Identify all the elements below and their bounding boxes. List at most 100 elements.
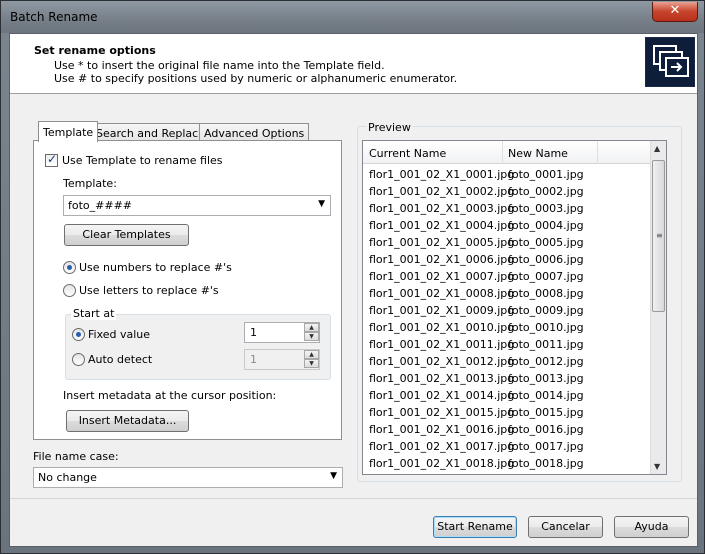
new-name-cell: foto_0007.jpg [508, 270, 584, 283]
auto-detect-number: 1 [250, 353, 257, 366]
new-name-cell: foto_0002.jpg [508, 185, 584, 198]
current-name-cell: flor1_001_02_X1_0005.jpg [369, 236, 515, 249]
table-row[interactable]: flor1_001_02_X1_0009.jpg foto_0009.jpg [363, 302, 652, 319]
dialog-header: Set rename options Use * to insert the o… [10, 34, 697, 94]
start-at-legend: Start at [71, 307, 117, 320]
current-name-cell: flor1_001_02_X1_0002.jpg [369, 185, 515, 198]
auto-detect-label: Auto detect [88, 353, 153, 366]
fixed-value-label: Fixed value [88, 328, 151, 341]
tab-advanced-options-label: Advanced Options [204, 127, 305, 140]
current-name-cell: flor1_001_02_X1_0018.jpg [369, 457, 515, 470]
current-name-cell: flor1_001_02_X1_0004.jpg [369, 219, 515, 232]
tab-search-and-replace-label: Search and Replace [96, 127, 205, 140]
preview-list-header: Current Name New Name [363, 141, 652, 164]
table-row[interactable]: flor1_001_02_X1_0012.jpg foto_0012.jpg [363, 353, 652, 370]
column-header-current-name[interactable]: Current Name [369, 147, 446, 160]
template-input[interactable]: foto_#### ▼ [63, 195, 331, 216]
start-rename-button[interactable]: Start Rename [433, 516, 517, 538]
preview-scrollbar[interactable]: ▲ ≡ ▼ [650, 141, 666, 474]
spin-down-icon: ▼ [304, 359, 319, 368]
new-name-cell: foto_0015.jpg [508, 406, 584, 419]
chevron-down-icon[interactable]: ▼ [318, 199, 325, 209]
preview-list[interactable]: Current Name New Name flor1_001_02_X1_00… [362, 140, 667, 475]
help-button[interactable]: Ayuda [614, 516, 689, 538]
table-row[interactable]: flor1_001_02_X1_0006.jpg foto_0006.jpg [363, 251, 652, 268]
new-name-cell: foto_0003.jpg [508, 202, 584, 215]
spin-down-icon[interactable]: ▼ [304, 332, 319, 341]
column-header-new-name[interactable]: New Name [508, 147, 568, 160]
new-name-cell: foto_0001.jpg [508, 168, 584, 181]
insert-metadata-button[interactable]: Insert Metadata... [66, 410, 189, 432]
current-name-cell: flor1_001_02_X1_0010.jpg [369, 321, 515, 334]
new-name-cell: foto_0006.jpg [508, 253, 584, 266]
template-field-label: Template: [63, 177, 117, 190]
file-name-case-value: No change [38, 471, 97, 484]
chevron-down-icon[interactable]: ▼ [330, 471, 337, 481]
new-name-cell: foto_0018.jpg [508, 457, 584, 470]
new-name-cell: foto_0013.jpg [508, 372, 584, 385]
clear-templates-button[interactable]: Clear Templates [64, 224, 189, 246]
new-name-cell: foto_0012.jpg [508, 355, 584, 368]
window-title: Batch Rename [10, 10, 98, 24]
current-name-cell: flor1_001_02_X1_0014.jpg [369, 389, 515, 402]
table-row[interactable]: flor1_001_02_X1_0001.jpg foto_0001.jpg [363, 166, 652, 183]
table-row[interactable]: flor1_001_02_X1_0015.jpg foto_0015.jpg [363, 404, 652, 421]
table-row[interactable]: flor1_001_02_X1_0013.jpg foto_0013.jpg [363, 370, 652, 387]
scrollbar-thumb[interactable]: ≡ [652, 160, 665, 312]
checkmark-icon: ✓ [47, 152, 58, 166]
auto-detect-radio[interactable] [72, 353, 85, 366]
new-name-cell: foto_0009.jpg [508, 304, 584, 317]
spin-up-icon[interactable]: ▲ [304, 323, 319, 332]
new-name-cell: foto_0004.jpg [508, 219, 584, 232]
table-row[interactable]: flor1_001_02_X1_0018.jpg foto_0018.jpg [363, 455, 652, 472]
auto-detect-spinner: 1 ▲ ▼ [244, 349, 320, 370]
table-row[interactable]: flor1_001_02_X1_0014.jpg foto_0014.jpg [363, 387, 652, 404]
new-name-cell: foto_0017.jpg [508, 440, 584, 453]
new-name-cell: foto_0008.jpg [508, 287, 584, 300]
tab-template[interactable]: Template [38, 121, 99, 142]
current-name-cell: flor1_001_02_X1_0007.jpg [369, 270, 515, 283]
close-button[interactable]: ✕ [652, 2, 698, 22]
table-row[interactable]: flor1_001_02_X1_0008.jpg foto_0008.jpg [363, 285, 652, 302]
current-name-cell: flor1_001_02_X1_0001.jpg [369, 168, 515, 181]
current-name-cell: flor1_001_02_X1_0012.jpg [369, 355, 515, 368]
scroll-up-icon[interactable]: ▲ [654, 144, 660, 153]
file-name-case-select[interactable]: No change ▼ [33, 467, 343, 488]
new-name-cell: foto_0016.jpg [508, 423, 584, 436]
cancel-button[interactable]: Cancelar [528, 516, 603, 538]
new-name-cell: foto_0014.jpg [508, 389, 584, 402]
use-letters-label: Use letters to replace #'s [79, 284, 219, 297]
table-row[interactable]: flor1_001_02_X1_0003.jpg foto_0003.jpg [363, 200, 652, 217]
current-name-cell: flor1_001_02_X1_0008.jpg [369, 287, 515, 300]
scroll-down-icon[interactable]: ▼ [654, 462, 660, 471]
current-name-cell: flor1_001_02_X1_0017.jpg [369, 440, 515, 453]
table-row[interactable]: flor1_001_02_X1_0016.jpg foto_0016.jpg [363, 421, 652, 438]
current-name-cell: flor1_001_02_X1_0013.jpg [369, 372, 515, 385]
table-row[interactable]: flor1_001_02_X1_0010.jpg foto_0010.jpg [363, 319, 652, 336]
current-name-cell: flor1_001_02_X1_0003.jpg [369, 202, 515, 215]
preview-legend: Preview [366, 121, 413, 134]
current-name-cell: flor1_001_02_X1_0011.jpg [369, 338, 515, 351]
header-help-line-1: Use * to insert the original file name i… [54, 59, 385, 72]
table-row[interactable]: flor1_001_02_X1_0007.jpg foto_0007.jpg [363, 268, 652, 285]
use-numbers-radio[interactable] [63, 261, 76, 274]
use-letters-radio[interactable] [63, 284, 76, 297]
current-name-cell: flor1_001_02_X1_0006.jpg [369, 253, 515, 266]
close-icon: ✕ [669, 3, 681, 18]
column-divider[interactable] [597, 141, 598, 164]
table-row[interactable]: flor1_001_02_X1_0002.jpg foto_0002.jpg [363, 183, 652, 200]
batch-rename-icon [645, 37, 695, 87]
fixed-value-spinner[interactable]: 1 ▲ ▼ [244, 322, 320, 343]
fixed-value-radio[interactable] [72, 328, 85, 341]
table-row[interactable]: flor1_001_02_X1_0011.jpg foto_0011.jpg [363, 336, 652, 353]
table-row[interactable]: flor1_001_02_X1_0005.jpg foto_0005.jpg [363, 234, 652, 251]
header-help-line-2: Use # to specify positions used by numer… [54, 72, 458, 85]
column-divider[interactable] [502, 141, 503, 164]
table-row[interactable]: flor1_001_02_X1_0017.jpg foto_0017.jpg [363, 438, 652, 455]
spin-up-icon: ▲ [304, 350, 319, 359]
use-template-checkbox[interactable]: ✓ [45, 152, 58, 167]
title-bar[interactable]: Batch Rename ✕ [1, 1, 704, 33]
table-row[interactable]: flor1_001_02_X1_0004.jpg foto_0004.jpg [363, 217, 652, 234]
dialog-client: Set rename options Use * to insert the o… [9, 33, 698, 547]
use-numbers-label: Use numbers to replace #'s [79, 261, 232, 274]
